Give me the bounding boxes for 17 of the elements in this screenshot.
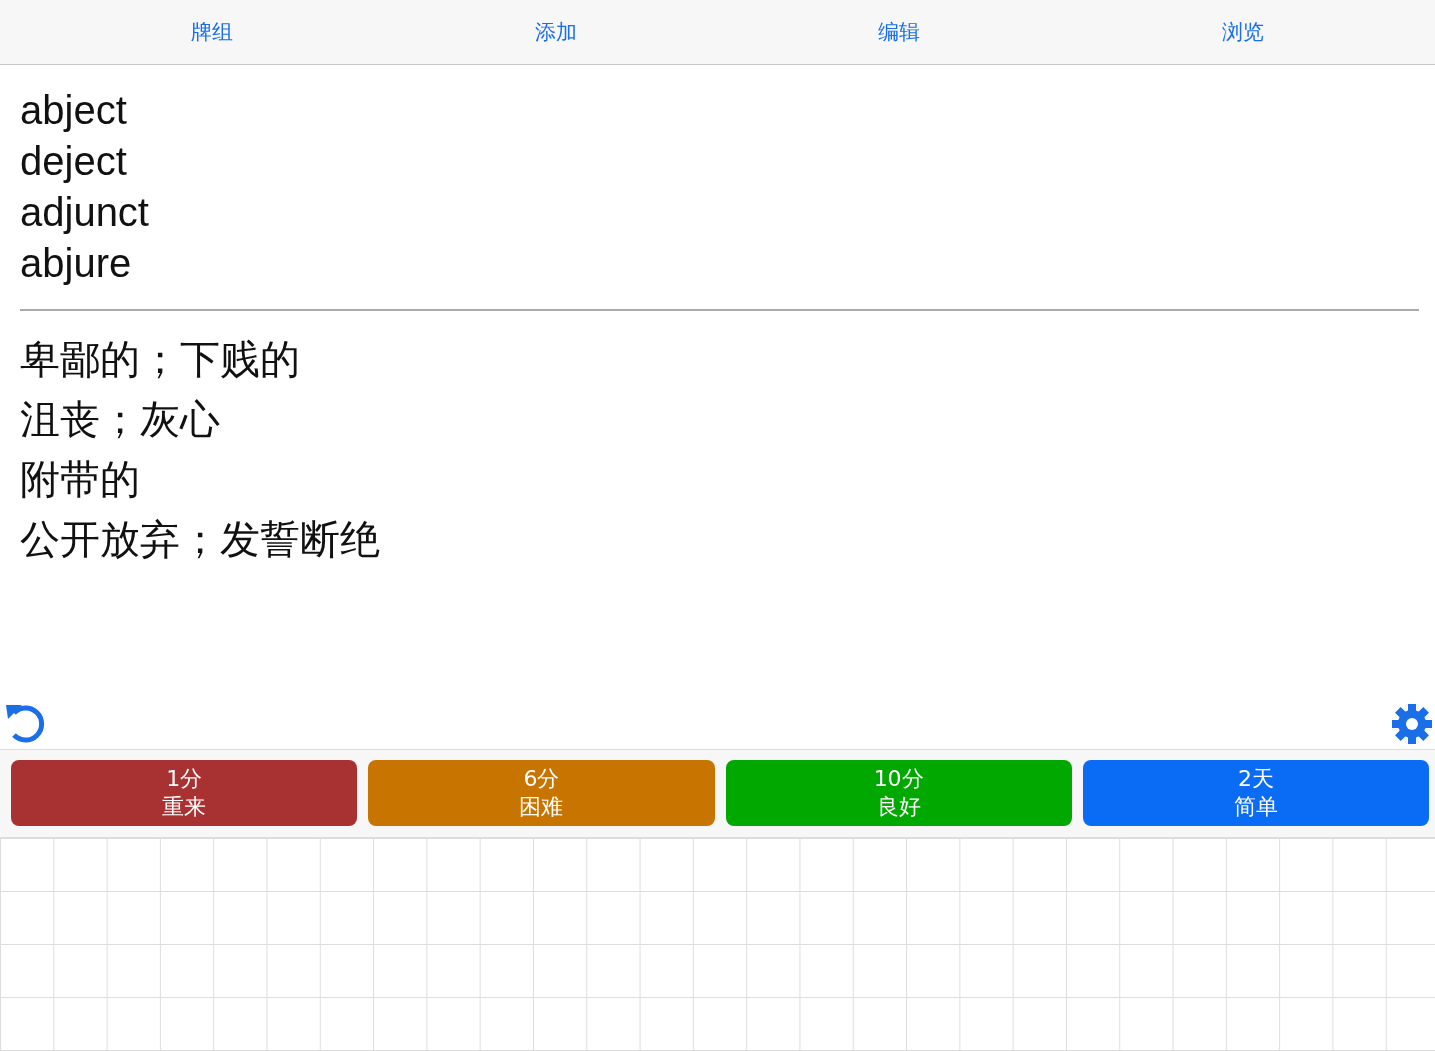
nav-tab[interactable]: 牌组	[190, 18, 233, 46]
answer-button[interactable]: 6分 困难	[368, 760, 715, 826]
answer-button[interactable]: 1分 重来	[11, 760, 358, 826]
card-answer-text: 公开放弃；发誓断绝	[20, 515, 381, 564]
card-question-text: abjure	[20, 240, 133, 287]
nav-tab[interactable]: 编辑	[878, 18, 921, 46]
card-question-text: abject	[20, 87, 128, 134]
card-question-text: adjunct	[20, 189, 150, 236]
card-question-text: deject	[20, 138, 128, 185]
answer-button[interactable]: 10分 良好	[725, 760, 1072, 826]
card-answer-text: 卑鄙的；下贱的	[20, 335, 301, 384]
answer-button[interactable]: 2天 简单	[1082, 760, 1429, 826]
nav-tab[interactable]: 添加	[534, 18, 577, 46]
settings-icon[interactable]	[1391, 703, 1433, 745]
nav-tab[interactable]: 浏览	[1222, 18, 1265, 46]
card-answer-text: 沮丧；灰心	[20, 395, 221, 444]
card-answer-text: 附带的	[20, 455, 141, 504]
